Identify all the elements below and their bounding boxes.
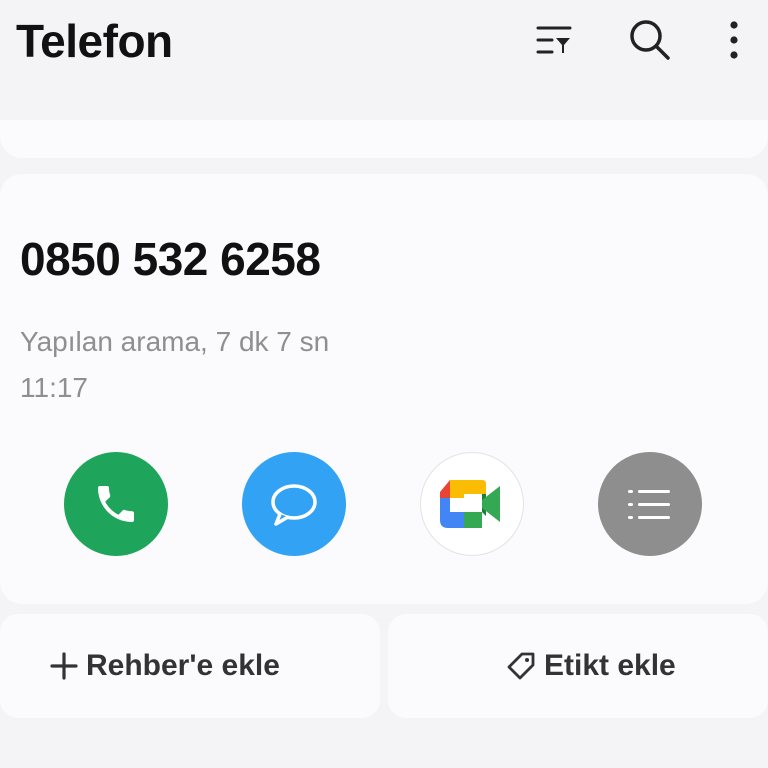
phone-icon: [98, 486, 134, 522]
phone-number: 0850 532 6258: [20, 233, 321, 285]
add-to-contacts-button[interactable]: Rehber'e ekle: [0, 614, 380, 718]
add-to-contacts-label: Rehber'e ekle: [86, 649, 280, 682]
add-tag-label: Etikt ekle: [544, 649, 676, 682]
app-header: Telefon: [0, 0, 768, 120]
video-call-button[interactable]: [420, 452, 524, 556]
list-icon: [628, 490, 670, 519]
filter-button[interactable]: [532, 18, 576, 62]
page-title: Telefon: [16, 15, 173, 67]
message-bubble-icon: [271, 484, 317, 526]
plus-icon: [50, 652, 78, 680]
add-tag-button[interactable]: Etikt ekle: [388, 614, 768, 718]
message-button[interactable]: [242, 452, 346, 556]
call-type-duration: Yapılan arama, 7 dk 7 sn: [20, 326, 330, 357]
more-vertical-icon: [730, 21, 738, 59]
filter-icon: [536, 26, 572, 54]
search-icon: [630, 20, 670, 60]
google-meet-icon: [440, 480, 500, 528]
search-button[interactable]: [628, 18, 672, 62]
tag-icon: [506, 651, 536, 681]
previous-item-strip: [0, 120, 768, 158]
more-options-button[interactable]: [712, 18, 756, 62]
call-time: 11:17: [20, 372, 88, 403]
details-button[interactable]: [598, 452, 702, 556]
call-button[interactable]: [64, 452, 168, 556]
